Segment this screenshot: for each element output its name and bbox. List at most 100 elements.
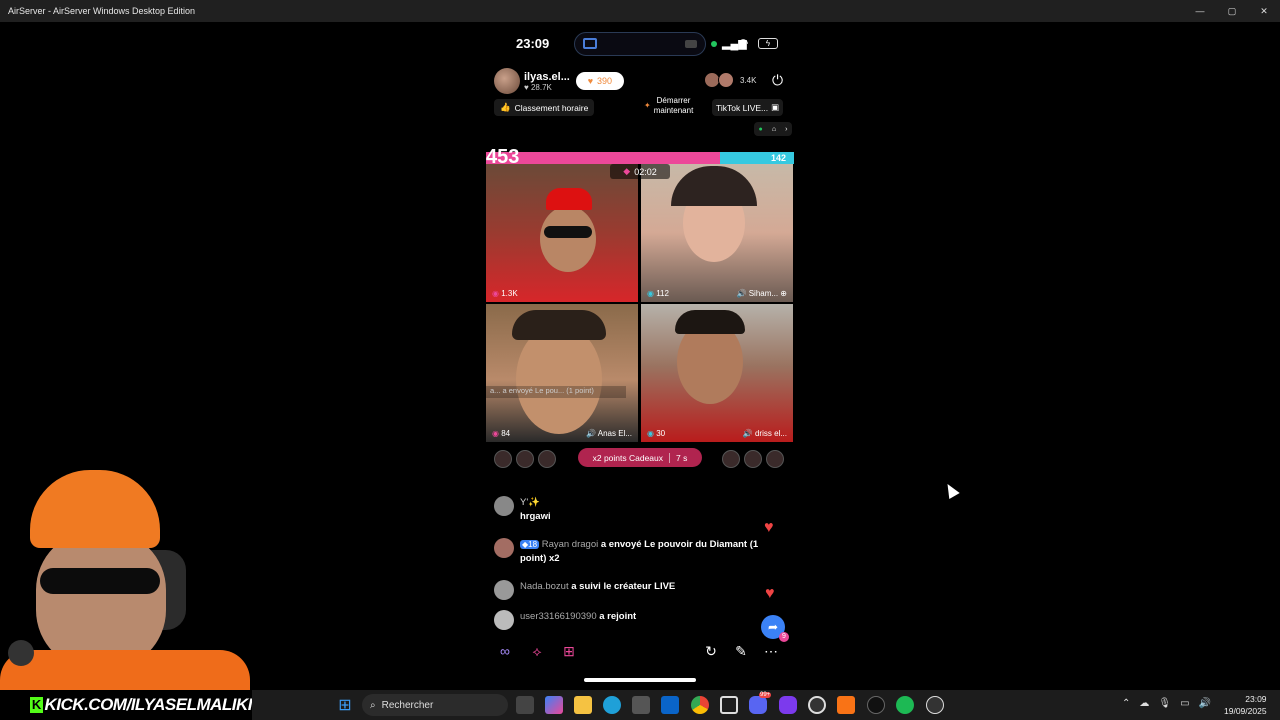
chat-badge: ◆18 [520,540,540,549]
chat-text: a rejoint [599,611,637,622]
battle-icon: ◆ [623,166,631,176]
windows-start-icon[interactable]: ⊞ [336,696,354,714]
chat-message: Nada.bozut a suivi le créateur LIVE [494,580,675,600]
host-avatar[interactable] [494,68,520,94]
link-icon[interactable]: ∞ [494,640,516,662]
system-tray: ⌃ ☁ 🎙 ▭ 🔊 [1122,698,1211,709]
diamond-icon: ◉ [492,429,502,438]
edge-icon[interactable] [603,696,621,714]
viewer-list[interactable]: 3.4K [704,72,757,88]
bonus-pill: x2 points Cadeaux 7 s [578,448,702,467]
recording-dot-icon [711,41,717,47]
grid-icon[interactable]: ⊞ [558,640,580,662]
power-icon[interactable]: ⏻ [772,72,783,89]
supporter-avatar [494,450,512,468]
battle-timer-text: 02:02 [634,166,657,177]
chat-user: user33166190390 [520,611,597,622]
score-right: 142 [770,153,786,163]
more-icon[interactable]: ⋯ [760,640,782,662]
taskbar-time: 23:09 [1245,694,1267,704]
media-player-icon[interactable] [926,696,944,714]
maximize-button[interactable]: ▢ [1216,0,1248,22]
viewer-count: 3.4K [740,75,757,85]
battery-icon: ϟ [758,38,778,49]
supporter-avatar [722,450,740,468]
add-icon[interactable]: ⊕ [778,289,787,298]
home-indicator[interactable] [584,678,696,682]
hourly-rank-button[interactable]: 👍 Classement horaire [494,99,595,116]
guest-face [516,324,602,434]
guest-tile[interactable]: ◉ 112 🔊 Siham... ⊕ [641,164,793,302]
taskbar-search[interactable]: ⌕ Rechercher [362,694,508,716]
start-label-2: maintenant [653,106,694,115]
live-badge-icon: ▣ [771,102,780,112]
orange-beanie [30,470,160,548]
supporter-avatar [516,450,534,468]
guest-tile[interactable]: ◉ 1.3K [486,164,638,302]
store-icon[interactable] [632,696,650,714]
phone-screen: 23:09 ▂▄▆ ◠ ϟ ilyas.el... ♥ 28.7K ♥ 390 … [486,22,794,690]
chat-badge-level: 18 [528,540,538,549]
speaker-icon: 🔊 [586,429,598,438]
chat-message: Y'✨ hrgawi [494,496,551,524]
outlook-icon[interactable] [661,696,679,714]
copilot-icon[interactable] [545,696,563,714]
streamer-face [36,530,166,670]
start-now-button[interactable]: ✦ Démarrer maintenant [644,96,693,116]
app-dark-icon[interactable] [867,696,885,714]
minimize-button[interactable]: — [1184,0,1216,22]
spotify-icon[interactable] [896,696,914,714]
close-button[interactable]: ✕ [1248,0,1280,22]
guest-name: driss el... [754,429,787,438]
taskbar-date: 19/09/2025 [1224,706,1267,716]
bonus-time: 7 s [676,452,688,463]
share-live-icon[interactable]: ↻ [700,640,722,662]
chat-message: ◆18 Rayan dragoi a envoyé Le pouvoir du … [494,538,760,566]
diamond-icon: ◉ [492,289,502,298]
chat-avatar [494,610,514,630]
wifi-icon: ◠ [738,36,749,50]
network-icon[interactable]: ▭ [1180,698,1189,709]
chevron-right-icon: › [785,125,788,133]
guest-score: 84 [501,429,511,438]
chrome-icon[interactable] [691,696,709,714]
cloud-icon[interactable]: ☁ [1139,698,1149,709]
battle-icon[interactable]: ⟡ [526,640,548,662]
magic-wand-icon[interactable]: ✎ [730,640,752,662]
host-name: ilyas.el... [524,70,570,83]
app-orange-icon[interactable] [837,696,855,714]
obs-icon[interactable] [808,696,826,714]
like-heart-icon: ♥ [524,82,531,92]
task-view-icon[interactable] [516,696,534,714]
microphone [8,640,34,666]
chevron-up-icon[interactable]: ⌃ [1122,698,1130,709]
chat-user: Y'✨ [520,497,540,508]
discord-badge: 99+ [759,692,772,698]
game-icon[interactable] [779,696,797,714]
online-dot-icon: ● [758,125,763,133]
airserver-titlebar: AirServer - AirServer Windows Desktop Ed… [0,0,1280,22]
dynamic-island [574,32,706,56]
chat-text: a suivi le créateur LIVE [571,581,676,592]
flame-icon: ✦ [644,101,651,110]
host-info[interactable]: ilyas.el... ♥ 28.7K ♥ 390 [494,68,624,94]
taskbar-clock[interactable]: 23:09 19/09/2025 [1224,693,1267,717]
volume-icon[interactable]: 🔊 [1199,698,1211,709]
guest-tile[interactable]: a... a envoyé Le pou... (1 point) ◉ 84 🔊 … [486,304,638,442]
thumb-icon: 👍 [500,102,511,112]
kick-banner: K KICK.COM/ILYASELMALIKI [26,693,253,717]
tiktok-live-button[interactable]: TikTok LIVE... ▣ [712,99,784,116]
file-explorer-icon[interactable] [574,696,592,714]
chat-user: Nada.bozut [520,581,569,592]
airserver-icon[interactable] [720,696,738,714]
mini-controls[interactable]: ● ⌂ › [754,122,792,136]
gift-counter-button[interactable]: ♥ 390 [575,72,624,90]
windows-taskbar: ⊞ ⌕ Rechercher 99+ ⌃ ☁ 🎙 ▭ 🔊 23:09 19/09… [252,690,1280,720]
red-cap [546,188,592,210]
mic-icon[interactable]: 🎙 [1158,698,1171,709]
discord-icon[interactable] [749,696,767,714]
battle-timer: ◆ 02:02 [610,164,670,179]
guest-tile[interactable]: ◉ 30 🔊 driss el... [641,304,793,442]
search-placeholder: Rechercher [381,699,434,711]
speaker-icon: 🔊 [742,429,755,438]
